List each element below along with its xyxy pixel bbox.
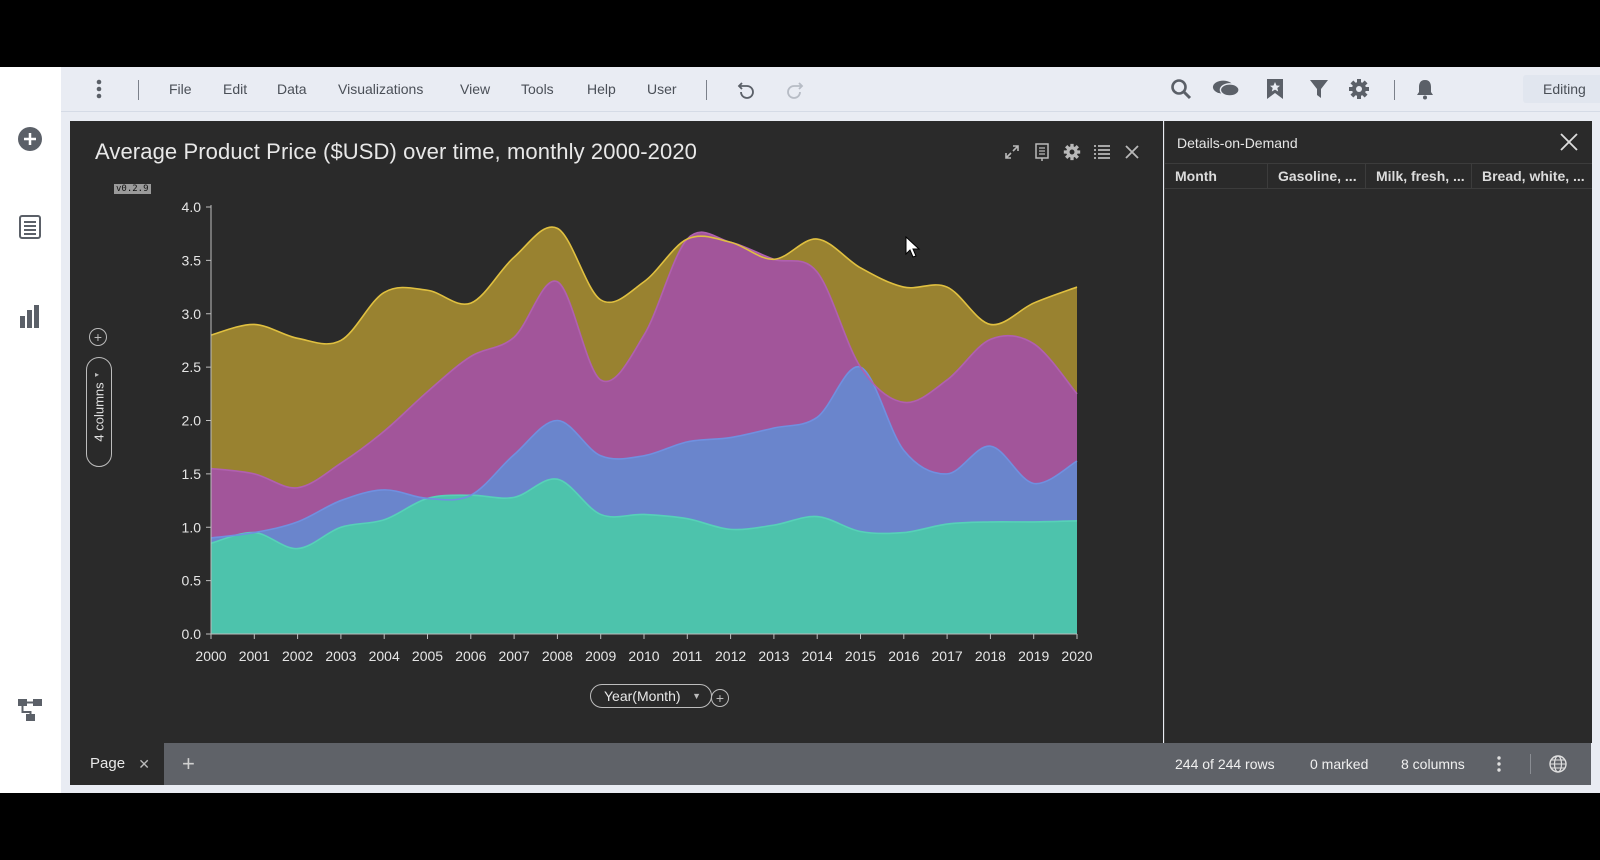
y-tick-label: 0.5 (182, 573, 202, 589)
x-tick-label: 2020 (1061, 648, 1092, 664)
x-tick-label: 2014 (802, 648, 833, 664)
y-tick-label: 4.0 (182, 199, 202, 215)
x-tick-label: 2009 (585, 648, 616, 664)
menu-tools[interactable]: Tools (521, 67, 554, 111)
x-tick-label: 2016 (888, 648, 919, 664)
menu-visualizations[interactable]: Visualizations (338, 67, 423, 111)
page-tab[interactable]: Page ✕ (70, 743, 164, 785)
bar-chart-icon[interactable] (15, 301, 45, 331)
close-icon[interactable] (1558, 131, 1580, 153)
x-tick-label: 2000 (195, 648, 226, 664)
bell-icon[interactable] (1411, 75, 1439, 103)
x-tick-label: 2005 (412, 648, 443, 664)
x-tick-label: 2011 (672, 648, 702, 664)
menu-data[interactable]: Data (277, 67, 307, 111)
left-sidebar (0, 67, 61, 793)
menu-bar: File Edit Data Visualizations View Tools… (61, 67, 1600, 112)
x-tick-label: 2008 (542, 648, 573, 664)
column-header-milk[interactable]: Milk, fresh, ... (1366, 164, 1472, 188)
menu-separator (1394, 80, 1395, 100)
caret-right-icon: ▸ (95, 370, 100, 379)
status-bar: Page ✕ + 244 of 244 rows 0 marked 8 colu… (70, 743, 1591, 785)
x-tick-label: 2018 (975, 648, 1006, 664)
close-icon[interactable]: ✕ (138, 743, 150, 785)
y-tick-label: 1.5 (182, 466, 202, 482)
globe-icon[interactable] (1549, 755, 1567, 773)
x-tick-label: 2013 (758, 648, 789, 664)
list-icon[interactable] (15, 212, 45, 242)
more-vertical-icon[interactable] (85, 75, 113, 103)
add-axis-icon[interactable]: + (711, 689, 729, 707)
x-axis-selector[interactable]: Year(Month) ▼ (590, 684, 712, 708)
x-tick-label: 2015 (845, 648, 876, 664)
x-axis-selector-label: Year(Month) (604, 688, 681, 704)
chat-icon[interactable] (1212, 75, 1240, 103)
y-tick-label: 0.0 (182, 626, 202, 642)
menu-view[interactable]: View (460, 67, 490, 111)
menu-help[interactable]: Help (587, 67, 616, 111)
column-header-month[interactable]: Month (1165, 164, 1268, 188)
x-tick-label: 2007 (499, 648, 530, 664)
y-tick-label: 1.0 (182, 519, 202, 535)
bookmark-icon[interactable] (1261, 75, 1289, 103)
undo-icon[interactable] (732, 75, 760, 103)
row-count: 244 of 244 rows (1175, 756, 1275, 772)
column-header-bread[interactable]: Bread, white, ... (1472, 164, 1592, 188)
more-vertical-icon[interactable] (1490, 755, 1508, 773)
redo-icon[interactable] (781, 75, 809, 103)
menu-edit[interactable]: Edit (223, 67, 247, 111)
x-tick-label: 2006 (455, 648, 486, 664)
details-on-demand-panel: Details-on-Demand Month Gasoline, ... Mi… (1164, 121, 1592, 743)
y-tick-label: 2.0 (182, 413, 202, 429)
x-tick-label: 2001 (239, 648, 270, 664)
menu-separator (138, 80, 139, 100)
status-separator (1530, 754, 1531, 774)
menu-file[interactable]: File (169, 67, 192, 111)
x-tick-label: 2004 (369, 648, 400, 664)
add-circle-icon[interactable] (15, 124, 45, 154)
x-tick-label: 2010 (628, 648, 659, 664)
x-tick-label: 2003 (325, 648, 356, 664)
mode-label: Editing (1543, 81, 1586, 97)
y-tick-label: 3.5 (182, 252, 202, 268)
y-tick-label: 2.5 (182, 359, 202, 375)
data-flow-icon[interactable] (15, 695, 45, 725)
marked-count: 0 marked (1310, 756, 1369, 772)
filter-icon[interactable] (1305, 75, 1333, 103)
y-tick-label: 3.0 (182, 306, 202, 322)
details-table-header: Month Gasoline, ... Milk, fresh, ... Bre… (1165, 163, 1592, 189)
columns-selector-label: 4 columns (91, 382, 107, 442)
stacked-area-chart[interactable]: 0.0 0.5 1.0 1.5 2.0 2.5 3.0 3.5 4.0 2000 2001 2002 2… (70, 121, 1163, 743)
mode-dropdown[interactable]: Editing (1523, 75, 1600, 103)
add-column-icon[interactable]: + (89, 328, 107, 346)
details-title: Details-on-Demand (1177, 135, 1298, 151)
page-tab-label: Page (90, 755, 126, 772)
visualization-panel[interactable]: Average Product Price ($USD) over time, … (70, 121, 1163, 743)
search-icon[interactable] (1167, 75, 1195, 103)
add-page-icon[interactable]: + (182, 743, 195, 785)
x-tick-label: 2012 (715, 648, 746, 664)
gear-icon[interactable] (1345, 75, 1373, 103)
x-tick-label: 2017 (932, 648, 963, 664)
x-tick-label: 2019 (1018, 648, 1049, 664)
mouse-cursor-icon (905, 236, 921, 258)
column-count: 8 columns (1401, 756, 1465, 772)
columns-selector[interactable]: ▸ 4 columns (86, 357, 112, 467)
column-header-gasoline[interactable]: Gasoline, ... (1268, 164, 1366, 188)
caret-down-icon: ▼ (692, 691, 701, 701)
menu-user[interactable]: User (647, 67, 677, 111)
x-tick-label: 2002 (282, 648, 313, 664)
menu-separator (706, 80, 707, 100)
